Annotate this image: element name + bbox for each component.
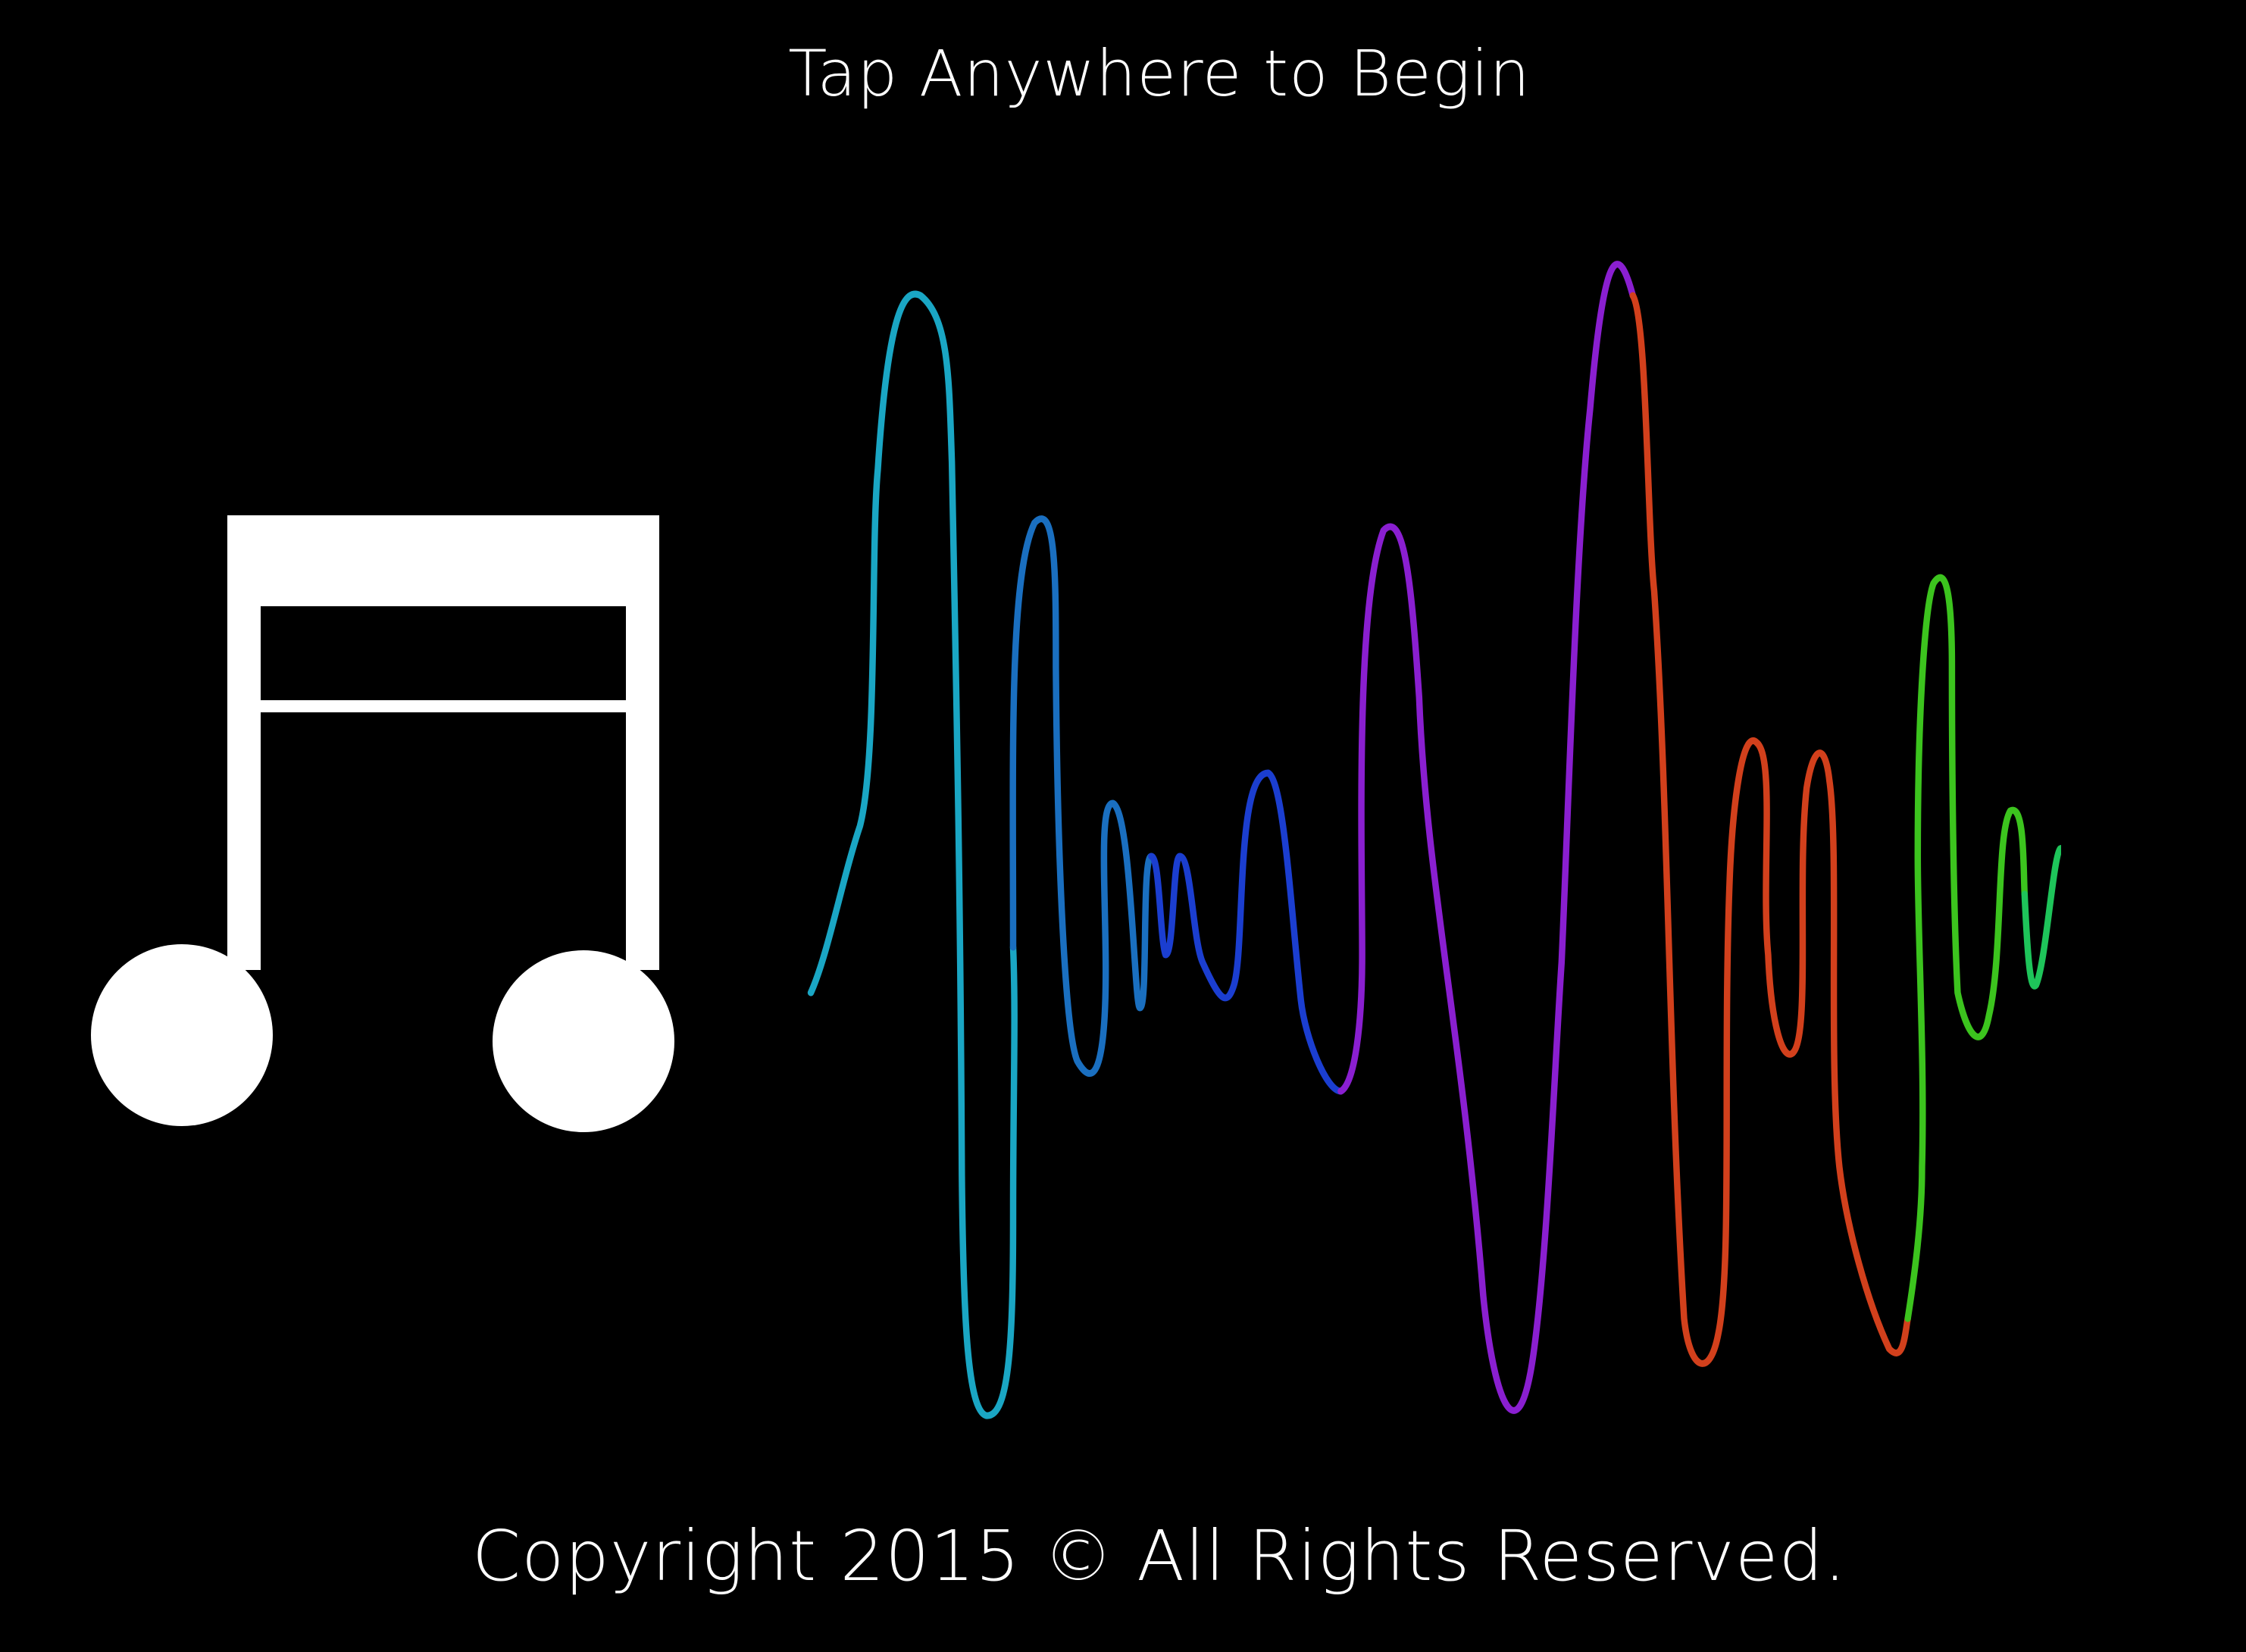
beamed-eighth-notes-icon [91,515,674,1132]
wave-segment [807,290,1018,1419]
note-stem-left [227,515,261,970]
note-head-right [493,950,674,1132]
wave-segment [1009,515,1155,1077]
note-beam-lower [261,700,626,712]
wave-segment [1904,574,2029,1322]
note-stem-right [626,515,659,970]
tap-to-begin-prompt: Tap Anywhere to Begin [788,36,1531,111]
start-screen[interactable]: Tap Anywhere to Begin Copyright 2015 © A… [0,0,2246,1652]
sound-wave-graphic [807,261,2061,1419]
copyright-notice: Copyright 2015 © All Rights Reserved. [471,1516,1847,1597]
note-beam-top [227,515,659,606]
wave-segment [1629,292,1911,1367]
note-head-left [91,944,273,1126]
wave-segment [1148,769,1344,1095]
wave-segment [2021,845,2061,990]
wave-segment [1337,261,1637,1414]
